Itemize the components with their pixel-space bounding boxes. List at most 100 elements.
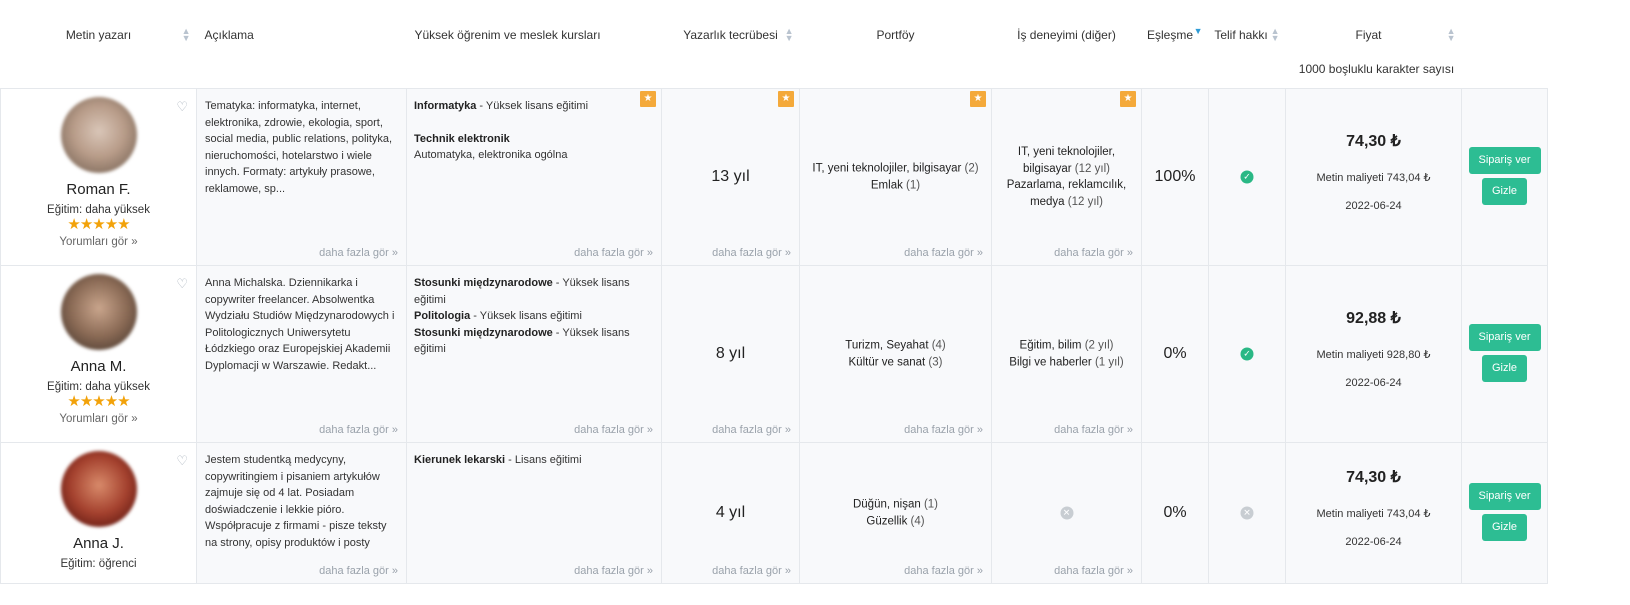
experience-cell: ★ 13 yıl daha fazla gör » (661, 88, 800, 266)
work-cell: Eğitim, bilim (2 yıl) Bilgi ve haberler … (991, 265, 1142, 443)
work-item: IT, yeni teknolojiler, bilgisayar (12 yı… (1017, 146, 1116, 175)
order-button[interactable]: Sipariş ver (1468, 324, 1541, 351)
price-cell: 74,30 ₺ Metin maliyeti 743,04 ₺ 2022-06-… (1285, 88, 1462, 266)
portfolio-list: IT, yeni teknolojiler, bilgisayar (2) Em… (804, 161, 987, 194)
author-cell: ♡ Anna M. Eğitim: daha yüksek ★★★★★ Yoru… (0, 265, 197, 443)
header-experience[interactable]: Yazarlık tecrübesi ▲ ▼ (661, 0, 800, 89)
author-name[interactable]: Anna J. (1, 535, 196, 552)
see-reviews-link[interactable]: Yorumları gör » (1, 413, 196, 425)
experience-value: 8 yıl (715, 345, 746, 362)
portfolio-cell: Düğün, nişan (1) Güzellik (4) daha fazla… (799, 442, 992, 584)
header-portfolio-label: Portföy (876, 28, 915, 42)
match-cell: 0% (1141, 442, 1209, 584)
see-reviews-link[interactable]: Yorumları gör » (1, 236, 196, 248)
portfolio-item: Güzellik (4) (866, 515, 925, 527)
portfolio-item: IT, yeni teknolojiler, bilgisayar (2) (812, 162, 979, 175)
star-badge-icon: ★ (1120, 91, 1136, 107)
header-description-label: Açıklama (204, 28, 254, 42)
star-badge-icon: ★ (778, 91, 794, 107)
match-value: 0% (1163, 504, 1187, 521)
price-value: 92,88 ₺ (1346, 310, 1401, 327)
star-badge-icon: ★ (640, 91, 656, 107)
description-cell: Jestem studentką medycyny, copywritingie… (196, 442, 407, 584)
header-author[interactable]: Metin yazarı ▲ ▼ (0, 0, 197, 89)
portfolio-item: Kültür ve sanat (3) (848, 356, 943, 368)
match-value: 0% (1163, 345, 1187, 362)
actions-cell: Sipariş ver Gizle (1461, 442, 1548, 584)
portfolio-item: Turizm, Seyahat (4) (845, 339, 946, 352)
experience-cell: 8 yıl daha fazla gör » (661, 265, 800, 443)
see-more-link[interactable]: daha fazla gör » (712, 424, 791, 436)
hide-button[interactable]: Gizle (1482, 178, 1527, 205)
heart-icon[interactable]: ♡ (176, 453, 188, 469)
see-more-link[interactable]: daha fazla gör » (904, 247, 983, 259)
text-cost: Metin maliyeti 743,04 ₺ (1316, 172, 1431, 184)
see-more-link[interactable]: daha fazla gör » (319, 565, 398, 577)
rating-stars: ★★★★★ (67, 216, 130, 233)
see-more-link[interactable]: daha fazla gör » (574, 247, 653, 259)
work-list: Eğitim, bilim (2 yıl) Bilgi ve haberler … (996, 338, 1137, 371)
see-more-link[interactable]: daha fazla gör » (1054, 424, 1133, 436)
check-icon: ✓ (1240, 170, 1254, 184)
education-item: Informatyka - Yüksek lisans eğitimi (414, 100, 589, 112)
see-more-link[interactable]: daha fazla gör » (904, 565, 983, 577)
work-cell: ✕ daha fazla gör » (991, 442, 1142, 584)
see-more-link[interactable]: daha fazla gör » (574, 424, 653, 436)
work-cell: ★ IT, yeni teknolojiler, bilgisayar (12 … (991, 88, 1142, 266)
experience-cell: 4 yıl daha fazla gör » (661, 442, 800, 584)
header-portfolio: Portföy (799, 0, 992, 89)
heart-icon[interactable]: ♡ (176, 276, 188, 292)
header-price[interactable]: Fiyat ▲ ▼ 1000 boşluklu karakter sayısı (1285, 0, 1462, 89)
author-name[interactable]: Anna M. (1, 358, 196, 375)
table-row: ♡ Anna M. Eğitim: daha yüksek ★★★★★ Yoru… (0, 265, 1548, 443)
portfolio-item: Emlak (1) (870, 179, 921, 191)
cross-icon: ✕ (1060, 506, 1073, 520)
education-item: Stosunki międzynarodowe - Yüksek lisans … (414, 277, 630, 306)
header-education: Yüksek öğrenim ve meslek kursları (406, 0, 662, 89)
hide-button[interactable]: Gizle (1482, 355, 1527, 382)
text-cost: Metin maliyeti 743,04 ₺ (1316, 508, 1431, 520)
header-description: Açıklama (196, 0, 407, 89)
order-button[interactable]: Sipariş ver (1468, 147, 1541, 174)
sort-icon[interactable]: ▲ ▼ (785, 27, 794, 43)
see-more-link[interactable]: daha fazla gör » (1054, 247, 1133, 259)
header-work-label: İş deneyimi (diğer) (1017, 28, 1116, 42)
education-item: Stosunki międzynarodowe - Yüksek lisans … (414, 326, 630, 356)
header-price-label: Fiyat (1355, 28, 1382, 42)
copyright-cell: ✕ (1208, 442, 1286, 584)
hide-button[interactable]: Gizle (1482, 514, 1527, 541)
order-button[interactable]: Sipariş ver (1468, 483, 1541, 510)
description-cell: Anna Michalska. Dziennikarka i copywrite… (196, 265, 407, 443)
work-item: Eğitim, bilim (2 yıl) (1019, 339, 1114, 352)
check-icon: ✓ (1240, 347, 1254, 361)
see-more-link[interactable]: daha fazla gör » (319, 424, 398, 436)
see-more-link[interactable]: daha fazla gör » (1054, 565, 1133, 577)
copyright-cell: ✓ (1208, 88, 1286, 266)
avatar[interactable] (60, 97, 137, 173)
sort-icon[interactable]: ▲ ▼ (182, 27, 191, 43)
copyright-cell: ✓ (1208, 265, 1286, 443)
heart-icon[interactable]: ♡ (176, 99, 188, 115)
author-cell: ♡ Anna J. Eğitim: öğrenci (0, 442, 197, 584)
author-name[interactable]: Roman F. (1, 181, 196, 198)
work-item: Bilgi ve haberler (1 yıl) (1009, 356, 1124, 368)
portfolio-item: Düğün, nişan (1) (852, 498, 939, 511)
avatar[interactable] (60, 274, 137, 350)
see-more-link[interactable]: daha fazla gör » (574, 565, 653, 577)
see-more-link[interactable]: daha fazla gör » (319, 247, 398, 259)
see-more-link[interactable]: daha fazla gör » (712, 247, 791, 259)
education-cell: Kierunek lekarski - Lisans eğitimi daha … (406, 442, 662, 584)
avatar[interactable] (60, 451, 137, 527)
see-more-link[interactable]: daha fazla gör » (904, 424, 983, 436)
description-text: Anna Michalska. Dziennikarka i copywrite… (205, 277, 395, 372)
education-item: Technik elektronik Automatyka, elektronik… (414, 132, 568, 162)
portfolio-cell: Turizm, Seyahat (4) Kültür ve sanat (3) … (799, 265, 992, 443)
price-date: 2022-06-24 (1345, 200, 1402, 212)
price-date: 2022-06-24 (1345, 536, 1402, 548)
portfolio-list: Turizm, Seyahat (4) Kültür ve sanat (3) (804, 338, 987, 371)
sort-icon[interactable]: ▲ ▼ (1447, 27, 1456, 43)
see-more-link[interactable]: daha fazla gör » (712, 565, 791, 577)
description-text: Jestem studentką medycyny, copywritingie… (205, 454, 387, 549)
header-copyright[interactable]: Telif hakkı ▲ ▼ (1208, 0, 1286, 89)
header-match[interactable]: Eşleşme ▼ (1141, 0, 1209, 89)
